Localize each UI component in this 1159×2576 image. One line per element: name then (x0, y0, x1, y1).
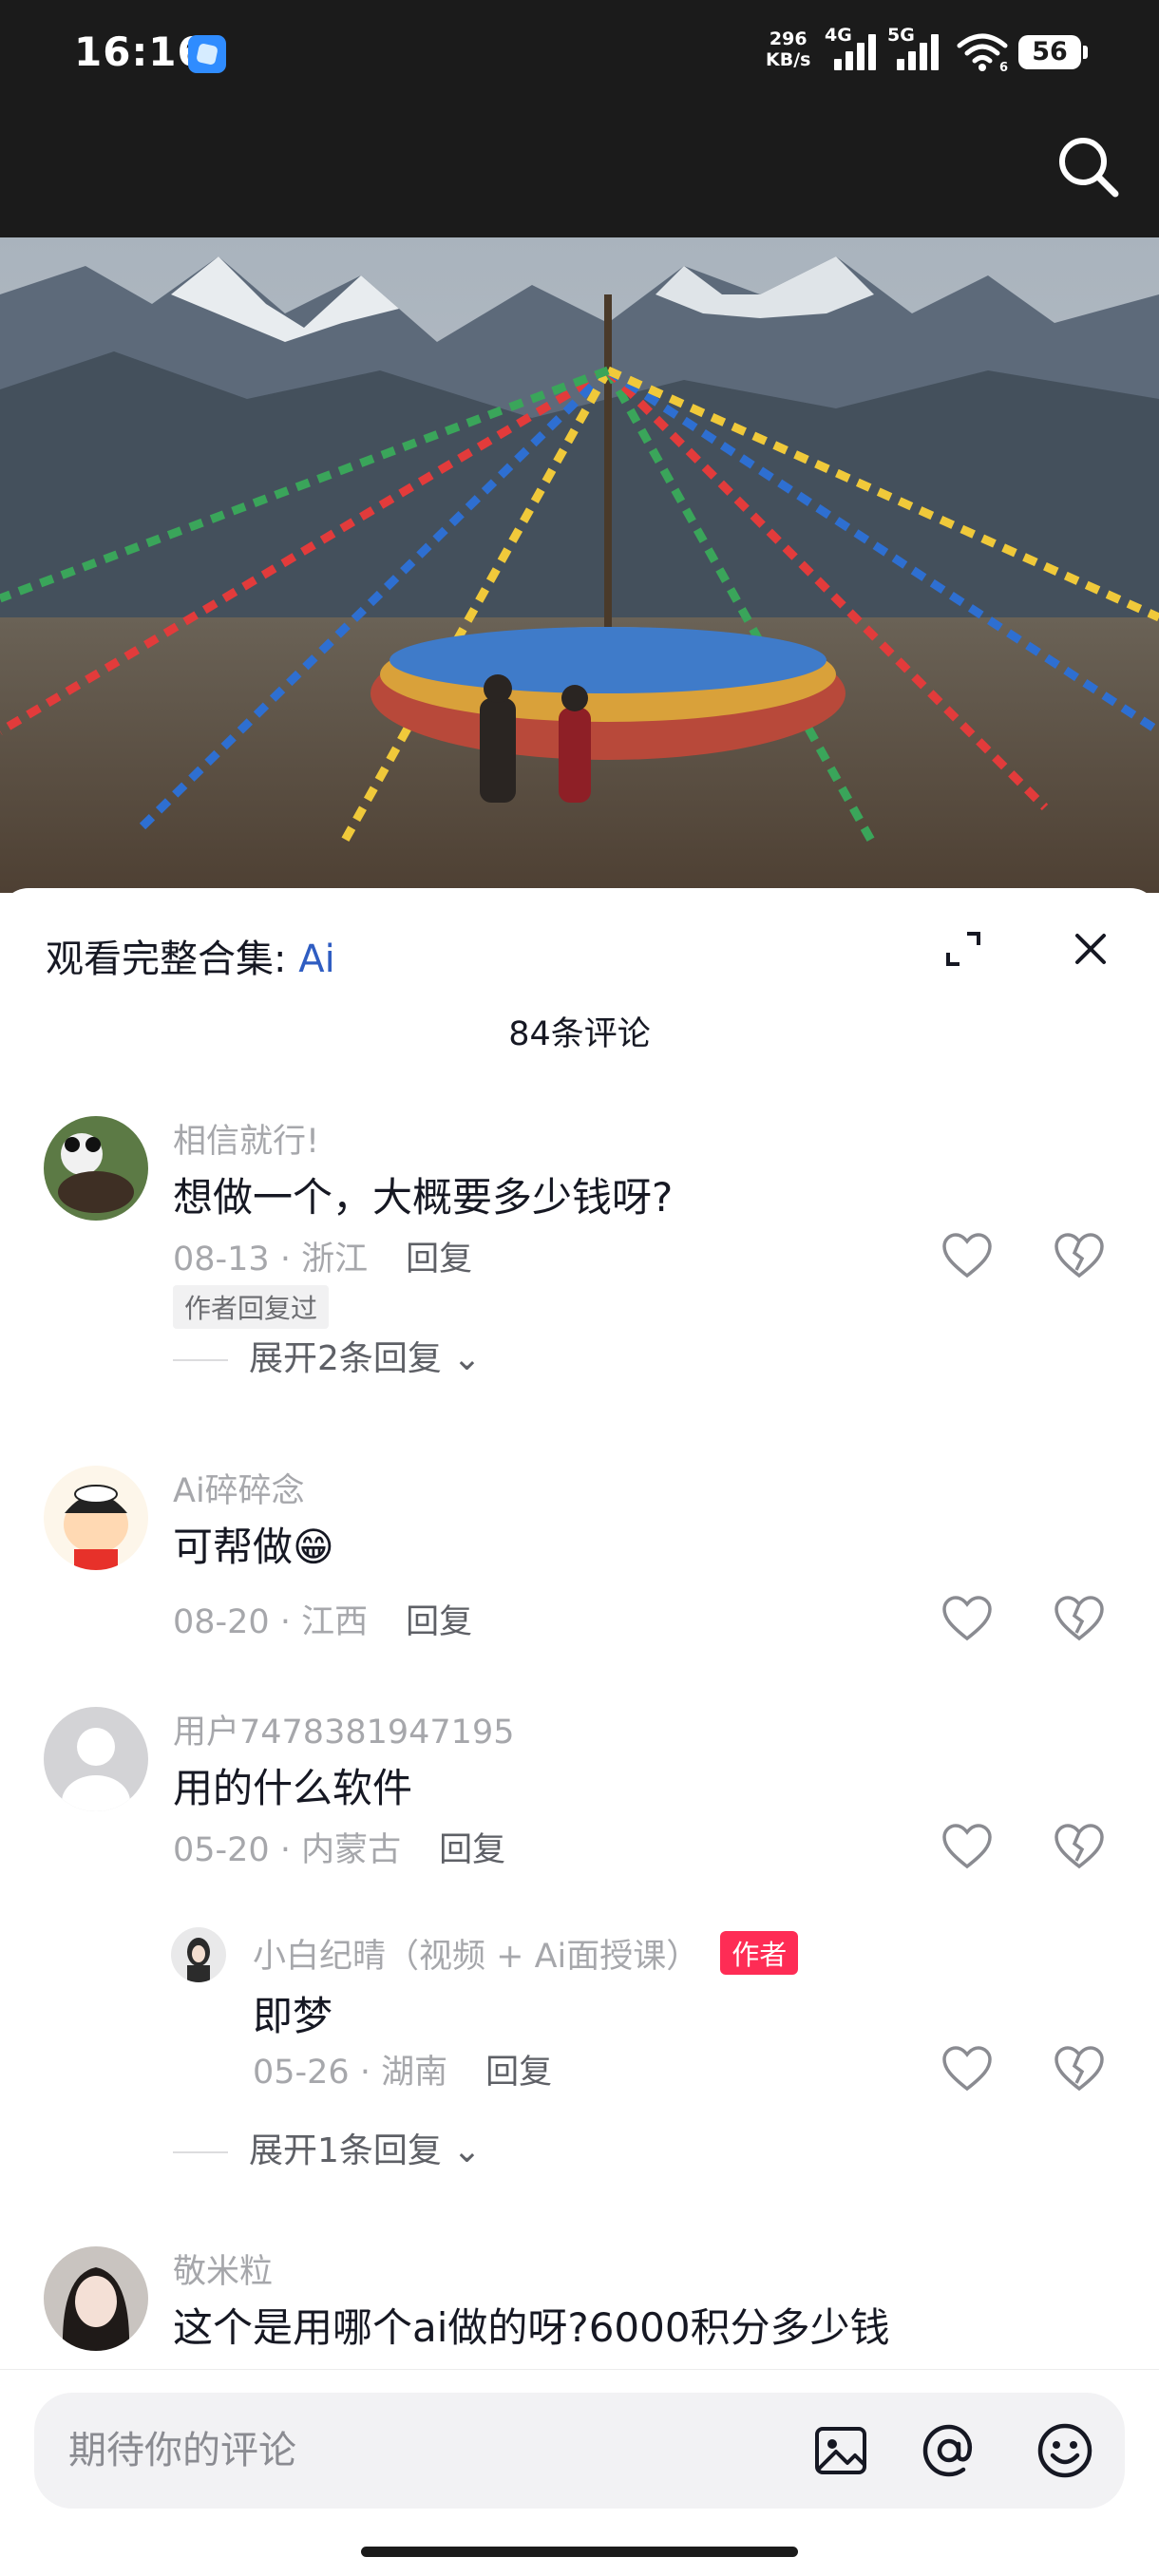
close-icon[interactable] (1068, 926, 1113, 972)
avatar[interactable] (44, 1466, 148, 1570)
status-bar: 16:16 296 KB/s 4G 5G 6 56 (0, 0, 1159, 237)
divider (173, 1359, 228, 1361)
comment-meta: 05-20 · 内蒙古 回复 (173, 1831, 506, 1869)
expand-replies-button[interactable]: 展开1条回复 ⌄ (173, 2123, 482, 2172)
comment-date: 05-20 (173, 1831, 270, 1869)
reply-button[interactable]: 回复 (406, 1241, 472, 1279)
comment-location: 江西 (301, 1603, 369, 1641)
reply-text: 即梦 (253, 1993, 333, 2039)
heart-icon[interactable] (940, 1232, 994, 1279)
status-time: 16:16 (74, 28, 206, 75)
comment-input[interactable] (68, 2393, 790, 2509)
comment-meta: 08-20 · 江西 回复 (173, 1603, 473, 1641)
broken-heart-icon[interactable] (1053, 1232, 1106, 1279)
speed-unit: KB/s (766, 49, 811, 70)
author-replied-tag: 作者回复过 (173, 1285, 330, 1329)
comment-input-container[interactable] (34, 2393, 1125, 2509)
comment-text: 可帮做😁 (173, 1524, 334, 1570)
image-icon[interactable] (811, 2421, 870, 2480)
avatar[interactable] (44, 1116, 148, 1221)
comment-location: 内蒙古 (301, 1831, 402, 1869)
reply-username[interactable]: 小白纪晴（视频 + Ai面授课） 作者 (253, 1929, 799, 1978)
emoji-icon[interactable] (1036, 2421, 1094, 2480)
collection-banner[interactable]: 观看完整合集: Ai (46, 928, 335, 983)
comment-date: 08-13 (173, 1241, 270, 1279)
collection-prefix: 观看完整合集: (46, 938, 299, 981)
expand-replies-button[interactable]: 展开2条回复 ⌄ (173, 1331, 482, 1380)
comment-text: 这个是用哪个ai做的呀?6000积分多少钱 (173, 2304, 890, 2351)
avatar[interactable] (171, 1927, 226, 1982)
heart-icon[interactable] (940, 2045, 994, 2093)
expand-replies-label: 展开1条回复 (249, 2131, 442, 2170)
heart-icon[interactable] (940, 1595, 994, 1642)
network-speed: 296 KB/s (766, 28, 810, 70)
wifi-sub: 6 (999, 61, 1008, 72)
avatar[interactable] (44, 1707, 148, 1811)
avatar[interactable] (44, 2246, 148, 2351)
home-indicator[interactable] (361, 2547, 798, 2557)
comment-username[interactable]: 相信就行! (173, 1114, 319, 1163)
comment-input-bar (0, 2369, 1159, 2576)
chevron-down-icon: ⌄ (452, 2131, 482, 2170)
expand-replies-label: 展开2条回复 (249, 1339, 442, 1378)
battery-indicator: 56 (1018, 35, 1088, 69)
comment-location: 浙江 (301, 1241, 369, 1279)
comment-meta: 08-13 · 浙江 回复 (173, 1241, 473, 1279)
collection-link[interactable]: Ai (298, 938, 334, 981)
broken-heart-icon[interactable] (1053, 1595, 1106, 1642)
broken-heart-icon[interactable] (1053, 1823, 1106, 1870)
reply-meta: 05-26 · 湖南 回复 (253, 2054, 553, 2092)
at-icon[interactable] (920, 2421, 978, 2480)
wifi-icon: 6 (957, 33, 1008, 72)
video-player[interactable] (0, 237, 1159, 893)
comment-username[interactable]: 用户7478381947195 (173, 1705, 515, 1753)
comments-sheet: 观看完整合集: Ai 84条评论 相信就行! 想做一个，大概要多少钱呀? 08-… (0, 888, 1159, 2576)
speed-value: 296 (769, 28, 808, 49)
app-notification-icon (188, 35, 226, 73)
comment-count: 84条评论 (508, 1015, 651, 1053)
broken-heart-icon[interactable] (1053, 2045, 1106, 2093)
comment-username[interactable]: 敬米粒 (173, 2245, 273, 2293)
comment-username[interactable]: Ai碎碎念 (173, 1464, 305, 1512)
reply-button[interactable]: 回复 (485, 2054, 552, 2092)
comment-date: 08-20 (173, 1603, 270, 1641)
reply-button[interactable]: 回复 (406, 1603, 472, 1641)
signal-2-icon (897, 32, 942, 70)
divider (173, 2151, 228, 2153)
comment-text: 想做一个，大概要多少钱呀? (173, 1174, 674, 1221)
signal-1-icon (834, 32, 880, 70)
reply-username-text: 小白纪晴（视频 + Ai面授课） (253, 1938, 700, 1976)
reply-button[interactable]: 回复 (439, 1831, 505, 1869)
author-badge: 作者 (720, 1931, 799, 1975)
heart-icon[interactable] (940, 1823, 994, 1870)
chevron-down-icon: ⌄ (452, 1339, 482, 1378)
reply-location: 湖南 (381, 2054, 448, 2092)
expand-icon[interactable] (940, 926, 986, 972)
reply-date: 05-26 (253, 2054, 350, 2092)
search-icon[interactable] (1054, 133, 1123, 201)
comment-text: 用的什么软件 (173, 1765, 413, 1811)
video-frame (0, 237, 1159, 893)
